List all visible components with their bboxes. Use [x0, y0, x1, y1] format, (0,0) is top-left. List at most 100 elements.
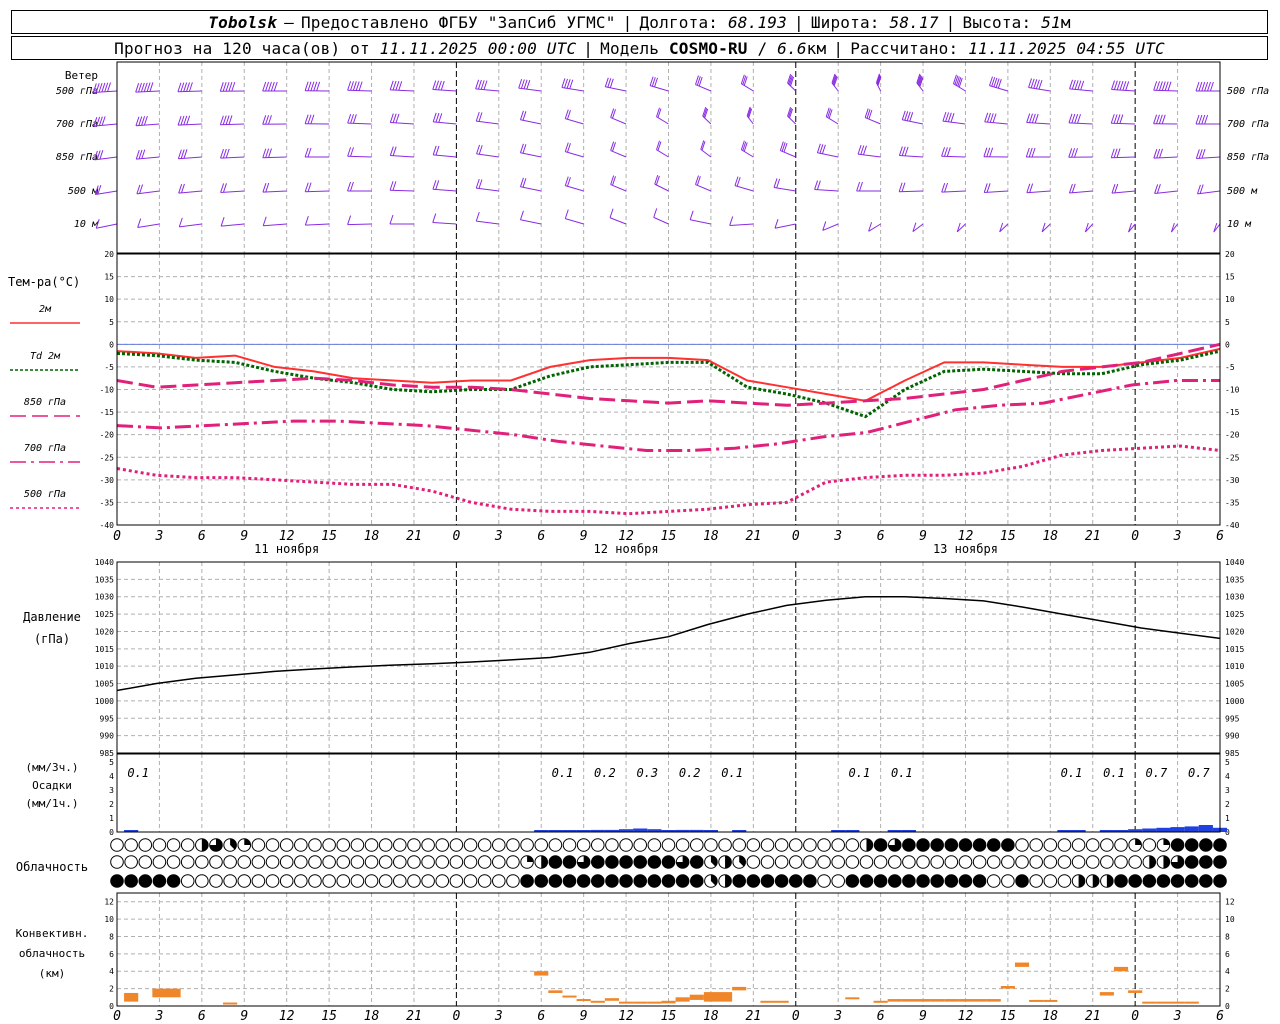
cloud-cover-symbol — [873, 874, 888, 888]
cloud-cover-symbol — [930, 874, 944, 888]
cloud-cover-symbol — [972, 855, 987, 869]
cloud-cover-symbol — [350, 874, 365, 888]
cloud-circle — [916, 874, 930, 888]
cloud-cover-symbol — [689, 855, 704, 869]
cloudiness-panel: Облачность — [16, 838, 1227, 888]
wind-barb — [1026, 183, 1051, 194]
wind-barb-feather — [101, 116, 106, 126]
cloud-circle — [619, 855, 633, 869]
wind-barb — [1068, 148, 1093, 158]
wind-barb-feather — [478, 112, 483, 122]
wind-barb-feather — [1080, 80, 1085, 91]
wind-barb-feather — [519, 177, 524, 187]
cloud-cover-symbol — [576, 838, 591, 852]
wind-barb-feather — [689, 210, 694, 220]
cloud-cover-symbol — [760, 874, 775, 888]
precip-amount-label: 0.1 — [891, 766, 913, 780]
wind-barb-feather — [137, 218, 142, 228]
precip-amount-label: 0.1 — [721, 766, 743, 780]
cloud-circle — [223, 874, 237, 888]
temp-tick-right: -40 — [1225, 521, 1240, 530]
wind-barb-staff — [702, 115, 712, 125]
wind-barb-staff — [565, 118, 584, 125]
cloud-circle — [1015, 874, 1029, 888]
wind-barb-feather — [222, 82, 227, 92]
wind-barb-feather — [222, 148, 227, 159]
hour-tick-label: 6 — [877, 529, 885, 544]
wind-barb-feather — [355, 81, 360, 91]
cloud-fill-sector — [201, 838, 209, 852]
wind-barb-staff — [220, 123, 245, 126]
wind-barb-staff — [1111, 122, 1136, 125]
cloud-cover-symbol — [803, 874, 817, 888]
cloud-cover-symbol — [322, 855, 336, 869]
cloud-circle — [605, 838, 619, 852]
cloud-circle — [477, 855, 492, 869]
wind-barb — [475, 178, 499, 192]
wind-barb-staff — [476, 220, 499, 225]
cloud-circle — [774, 855, 789, 869]
cloud-circle — [986, 838, 1001, 852]
cloud-cover-symbol — [1085, 874, 1100, 888]
wind-barb — [825, 107, 839, 125]
cloud-cover-symbol — [1057, 874, 1072, 888]
hour-tick-label: 3 — [1173, 1009, 1182, 1024]
wind-barb-staff — [520, 119, 542, 125]
wind-barb — [1153, 114, 1178, 125]
conv-tick-left: 10 — [104, 915, 114, 924]
cloud-cover-symbol — [548, 874, 563, 888]
wind-barb — [831, 73, 839, 92]
cloud-circle — [1184, 874, 1199, 888]
cloud-cover-symbol — [223, 855, 237, 869]
cloud-circle — [788, 838, 803, 852]
cloud-cover-symbol — [435, 838, 450, 852]
pressure-tick-right: 1000 — [1225, 697, 1244, 706]
cloud-circle — [887, 855, 902, 869]
wind-barb-feather — [270, 81, 275, 92]
wind-level-label-left: 700 гПа — [56, 119, 98, 130]
wind-barb-feather — [437, 80, 442, 91]
conv-tick-right: 8 — [1225, 932, 1230, 941]
wind-barb-feather — [395, 80, 400, 91]
wind-barb-feather — [478, 145, 483, 155]
convective-bar — [562, 995, 577, 998]
wind-barb-feather — [859, 181, 863, 192]
cloud-circle — [944, 855, 959, 869]
cloud-cover-symbol — [661, 855, 676, 869]
wind-barb-feather — [522, 111, 527, 121]
precip-tick-right: 1 — [1225, 814, 1230, 823]
cloud-cover-symbol — [689, 838, 704, 852]
cloud-circle — [195, 855, 209, 869]
cloud-cover-symbol — [209, 874, 223, 888]
wind-barb-feather — [526, 80, 531, 90]
cloud-cover-symbol — [1085, 838, 1100, 852]
wind-barb — [1026, 113, 1051, 125]
hour-tick-label: 0 — [113, 529, 121, 544]
wind-barb — [137, 218, 160, 229]
cloud-cover-symbol — [548, 855, 563, 869]
cloud-cover-symbol — [817, 855, 831, 869]
cloud-cover-symbol — [294, 874, 308, 888]
cloud-circle — [209, 855, 223, 869]
conv-tick-right: 6 — [1225, 950, 1230, 959]
wind-barb — [610, 141, 627, 158]
convective-bar — [661, 1000, 676, 1004]
wind-barb-feather — [186, 115, 191, 125]
conv-unit-label: (км) — [39, 967, 66, 980]
wind-barb-feather — [520, 79, 525, 89]
cloud-circle — [732, 874, 747, 888]
conv-panel-title: облачность — [19, 947, 85, 960]
wind-barb — [219, 115, 245, 126]
wind-barb-feather — [984, 112, 989, 122]
cloud-circle — [506, 855, 520, 869]
cloud-cover-symbol — [520, 855, 534, 869]
wind-barb — [942, 111, 966, 125]
wind-barb-staff — [741, 149, 754, 158]
cloud-cover-symbol — [350, 855, 365, 869]
convective-bar — [1184, 1001, 1199, 1004]
cloud-cover-symbol — [1029, 874, 1043, 888]
wind-barb-staff — [262, 156, 287, 159]
wind-barb — [916, 73, 924, 92]
convective-bar — [223, 1002, 238, 1005]
cloud-circle — [675, 874, 690, 888]
